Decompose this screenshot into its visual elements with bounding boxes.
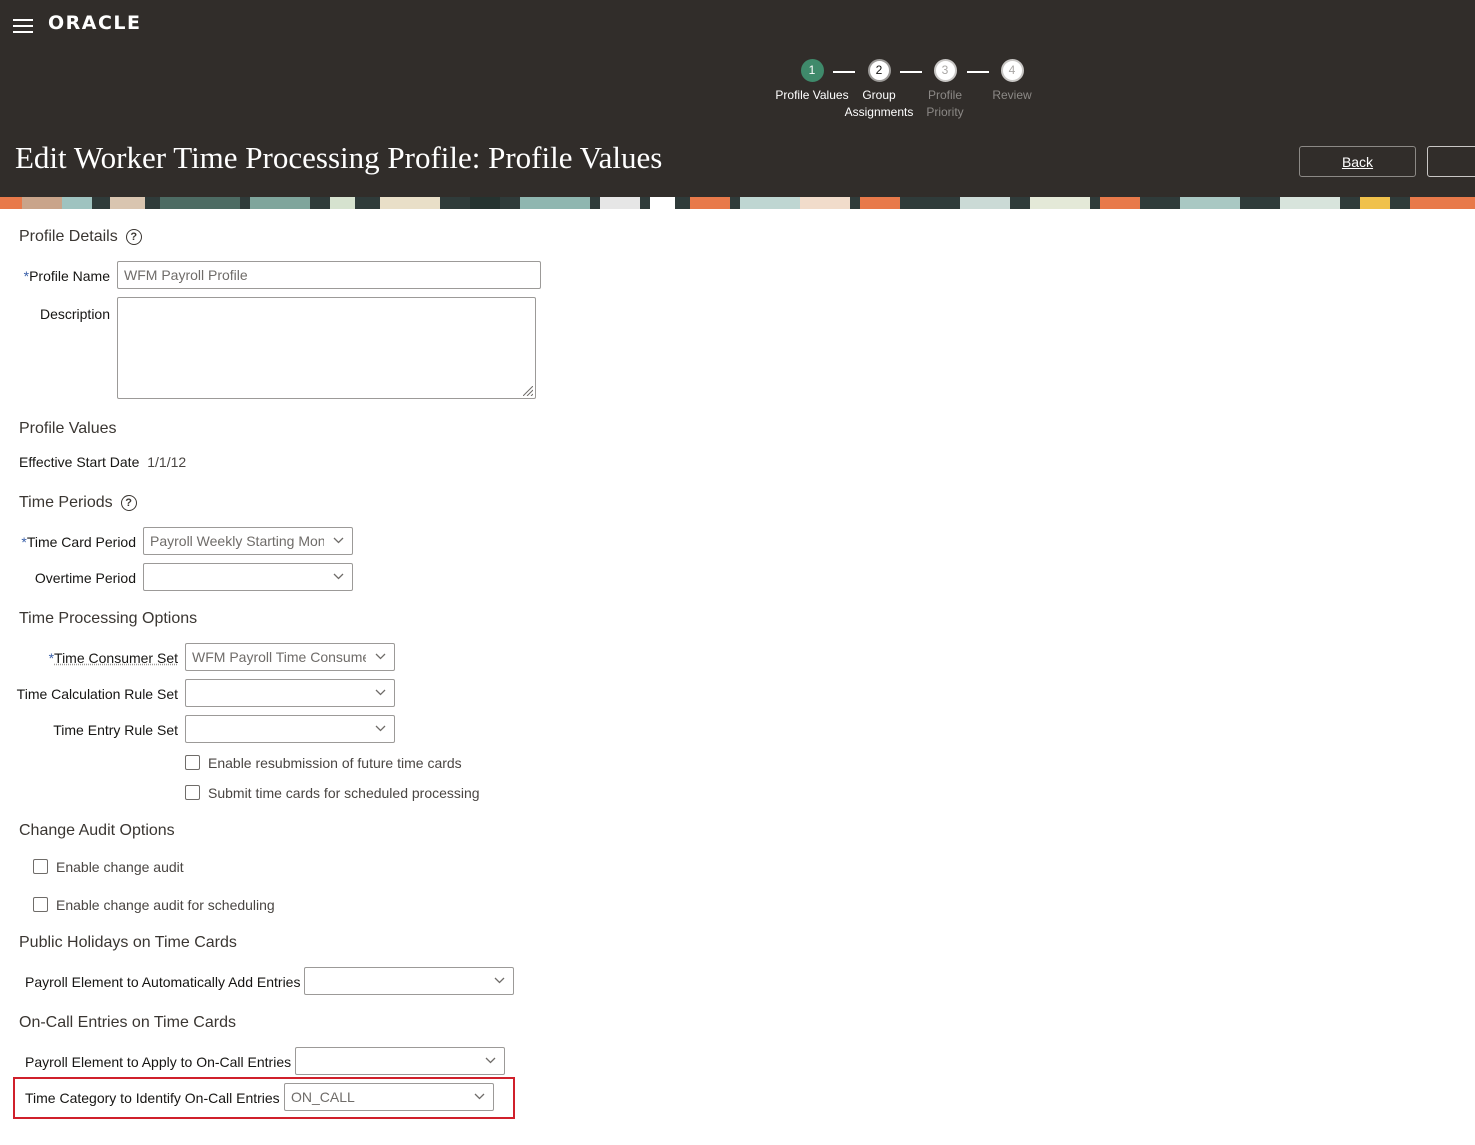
section-public-holidays: Public Holidays on Time Cards	[19, 934, 237, 951]
enable-change-audit-scheduling-checkbox-row[interactable]: Enable change audit for scheduling	[33, 897, 275, 913]
enable-change-audit-checkbox-row[interactable]: Enable change audit	[33, 859, 184, 875]
time-entry-rule-set-label: Time Entry Rule Set	[53, 722, 178, 738]
effective-start-date: Effective Start Date 1/1/12	[19, 454, 186, 470]
label-text: Time Consumer Set	[54, 650, 178, 666]
effective-start-label: Effective Start Date	[19, 454, 140, 470]
chevron-down-icon	[485, 1057, 496, 1064]
highlight-box	[13, 1077, 515, 1119]
next-button[interactable]	[1427, 146, 1475, 177]
back-button[interactable]: Back	[1299, 146, 1416, 177]
checkbox-label: Enable resubmission of future time cards	[208, 755, 462, 771]
description-textarea[interactable]	[117, 297, 536, 399]
effective-start-value: 1/1/12	[147, 454, 187, 470]
section-title-text: Time Periods	[19, 494, 113, 511]
oracle-logo: ORACLE	[48, 12, 142, 34]
page-title: Edit Worker Time Processing Profile: Pro…	[15, 140, 663, 175]
time-card-period-select[interactable]: Payroll Weekly Starting Mon	[143, 527, 353, 555]
time-entry-rule-set-select[interactable]	[185, 715, 395, 743]
enable-resubmission-checkbox[interactable]	[185, 755, 200, 770]
label-text: Profile Name	[29, 268, 110, 284]
section-profile-values: Profile Values	[19, 420, 117, 437]
section-on-call-entries: On-Call Entries on Time Cards	[19, 1014, 236, 1031]
step-number: 1	[800, 59, 824, 82]
decorative-banner	[0, 197, 1475, 209]
section-profile-details: Profile Details?	[19, 228, 142, 246]
payroll-element-on-call-select[interactable]	[295, 1047, 505, 1075]
checkbox-label: Enable change audit	[56, 859, 184, 875]
chevron-down-icon	[494, 977, 505, 984]
profile-name-input[interactable]: WFM Payroll Profile	[117, 261, 541, 289]
train-stops: 1 Profile Values 2 Group Assignments 3 P…	[770, 59, 1050, 129]
checkbox-label: Submit time cards for scheduled processi…	[208, 785, 480, 801]
time-card-period-label: *Time Card Period	[21, 534, 136, 550]
chevron-down-icon	[375, 689, 386, 696]
select-value: WFM Payroll Time Consume	[192, 649, 366, 665]
select-value: Payroll Weekly Starting Mon	[150, 533, 324, 549]
enable-resubmission-checkbox-row[interactable]: Enable resubmission of future time cards	[185, 755, 462, 771]
step-label: Review	[992, 88, 1032, 102]
step-number: 2	[867, 59, 891, 82]
page-header: ORACLE 1 Profile Values 2 Group Assignme…	[0, 0, 1475, 197]
step-number: 3	[933, 59, 957, 82]
enable-change-audit-checkbox[interactable]	[33, 859, 48, 874]
help-icon[interactable]: ?	[125, 229, 142, 245]
step-label: Profile Priority	[926, 88, 964, 119]
time-consumer-set-select[interactable]: WFM Payroll Time Consume	[185, 643, 395, 671]
scheduled-processing-checkbox-row[interactable]: Submit time cards for scheduled processi…	[185, 785, 480, 801]
profile-name-label: *Profile Name	[24, 268, 110, 284]
step-label: Group Assignments	[844, 88, 914, 119]
chevron-down-icon	[375, 725, 386, 732]
step-number: 4	[1000, 59, 1024, 82]
payroll-element-auto-add-select[interactable]	[304, 967, 514, 995]
back-button-label: Back	[1341, 154, 1374, 170]
overtime-period-label: Overtime Period	[34, 570, 136, 586]
time-calculation-rule-set-label: Time Calculation Rule Set	[16, 686, 178, 702]
scheduled-processing-checkbox[interactable]	[185, 785, 200, 800]
time-calculation-rule-set-select[interactable]	[185, 679, 395, 707]
checkbox-label: Enable change audit for scheduling	[56, 897, 275, 913]
step-review: 4 Review	[972, 59, 1052, 104]
payroll-element-on-call-label: Payroll Element to Apply to On-Call Entr…	[25, 1054, 292, 1070]
payroll-element-auto-add-label: Payroll Element to Automatically Add Ent…	[25, 974, 301, 990]
hamburger-menu-icon[interactable]	[13, 18, 33, 34]
time-consumer-set-label: *Time Consumer Set	[49, 650, 178, 666]
chevron-down-icon	[333, 537, 344, 544]
chevron-down-icon	[333, 573, 344, 580]
resize-handle-icon[interactable]	[523, 386, 533, 396]
section-title-text: Profile Details	[19, 228, 118, 245]
description-label: Description	[39, 306, 110, 322]
section-time-periods: Time Periods?	[19, 494, 137, 512]
chevron-down-icon	[375, 653, 386, 660]
section-time-processing-options: Time Processing Options	[19, 610, 198, 627]
enable-change-audit-scheduling-checkbox[interactable]	[33, 897, 48, 912]
overtime-period-select[interactable]	[143, 563, 353, 591]
label-text: Time Card Period	[26, 534, 136, 550]
section-change-audit-options: Change Audit Options	[19, 822, 175, 839]
help-icon[interactable]: ?	[120, 495, 137, 511]
